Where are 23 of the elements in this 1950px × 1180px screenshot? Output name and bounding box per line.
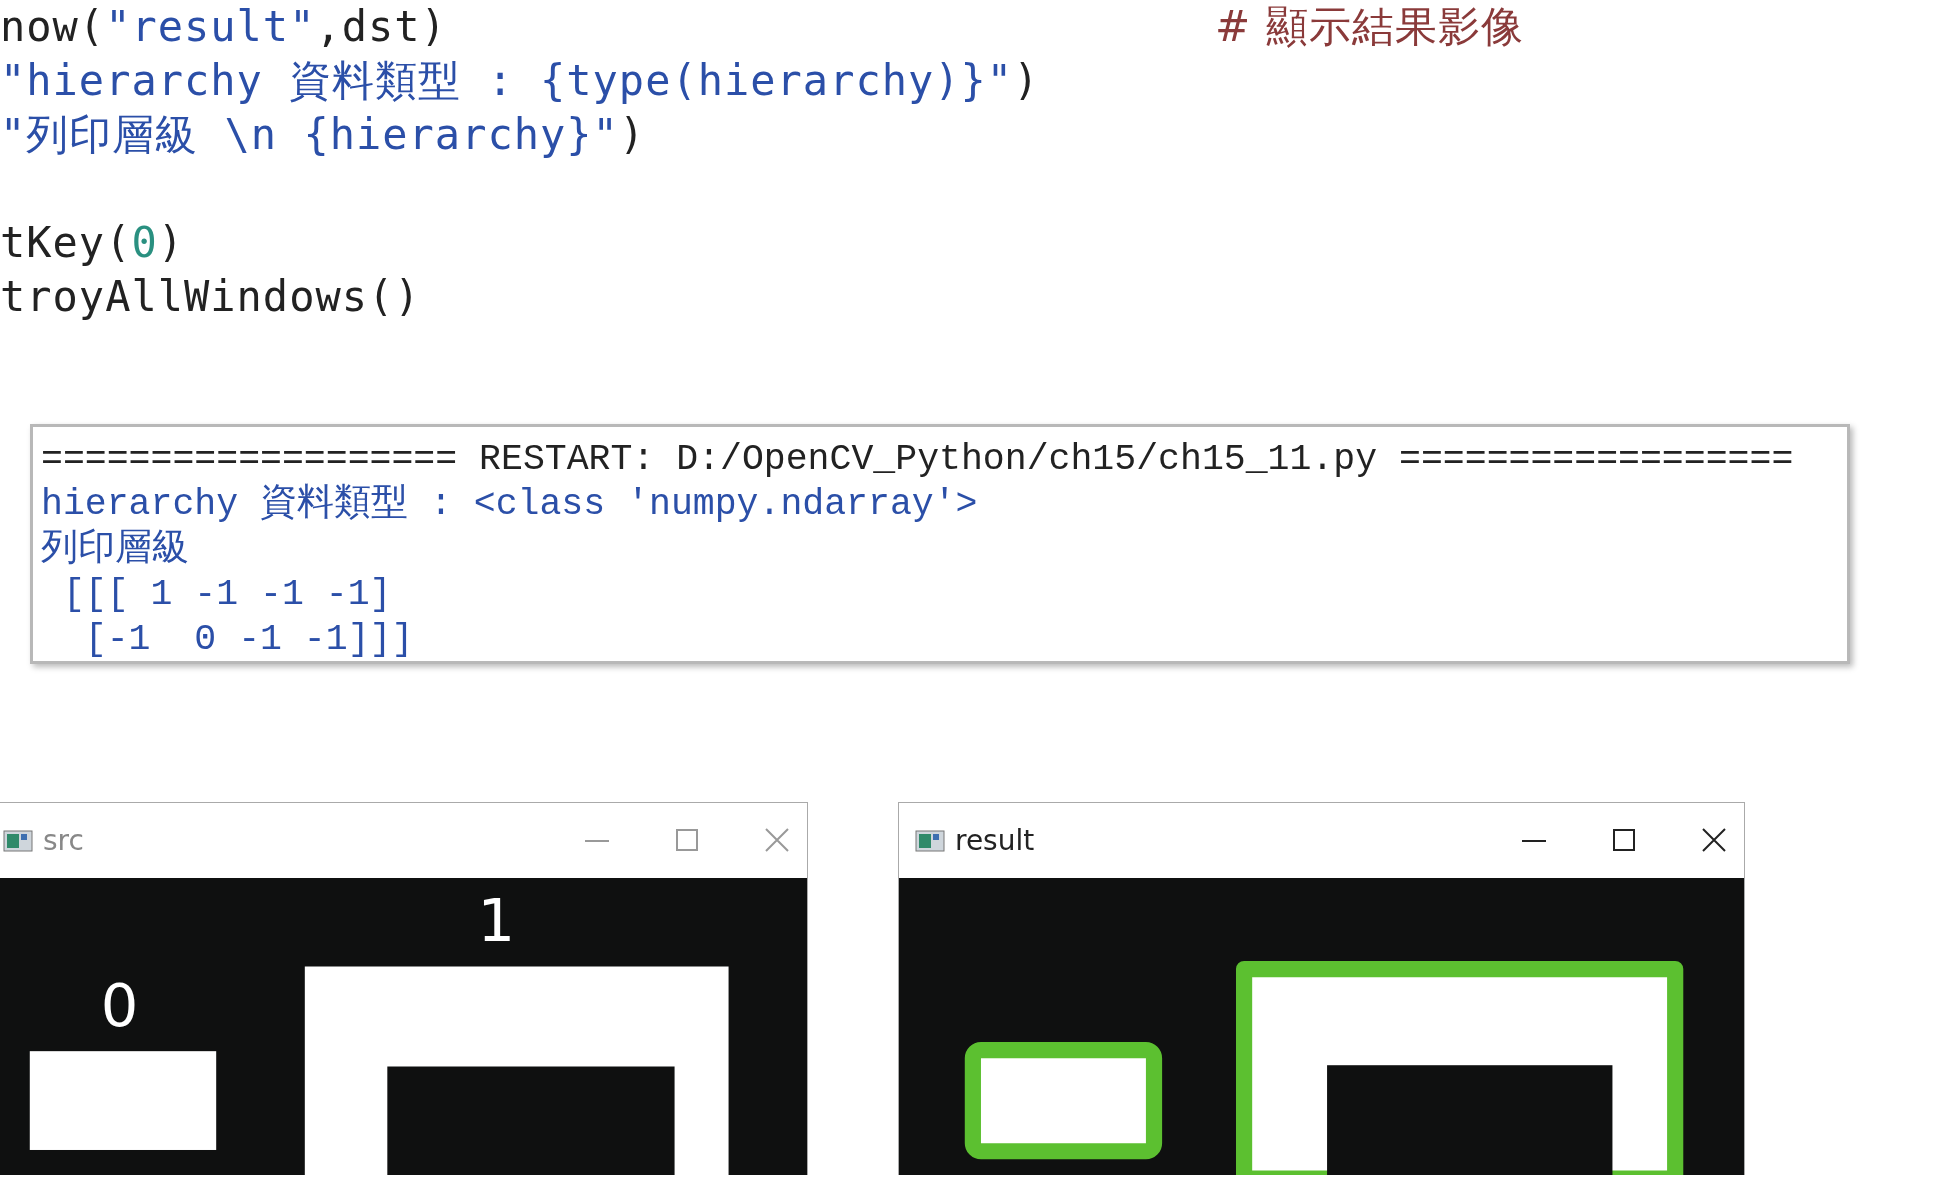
output-line: [[[ 1 -1 -1 -1] bbox=[61, 573, 393, 617]
app-icon bbox=[915, 828, 945, 853]
window-title: src bbox=[43, 824, 84, 857]
output-line: hierarchy 資料類型 : <class 'numpy.ndarray'> bbox=[41, 482, 979, 527]
code-token: tKey( bbox=[0, 218, 132, 267]
code-token: "hierarchy 資料類型 : {type(hierarchy)}" bbox=[0, 56, 1014, 105]
contour-label: 0 bbox=[100, 970, 139, 1040]
code-token: ) bbox=[157, 218, 185, 267]
output-line: 列印層級 bbox=[41, 527, 190, 572]
contour-label: 1 bbox=[477, 886, 516, 956]
output-line: [-1 0 -1 -1]]] bbox=[83, 618, 415, 661]
code-token: ) bbox=[1013, 56, 1040, 105]
code-token: now( bbox=[0, 2, 106, 51]
code-token: ,dst) bbox=[315, 2, 447, 51]
code-token: troyAllWindows() bbox=[0, 272, 421, 321]
code-token: ) bbox=[618, 110, 646, 159]
code-token: 0 bbox=[131, 218, 158, 267]
window-title: result bbox=[955, 824, 1035, 857]
code-token: "result" bbox=[105, 2, 316, 51]
app-icon bbox=[3, 828, 33, 853]
output-line: =================== RESTART: D:/OpenCV_Python/ch15/ch15_11.py ================== bbox=[41, 438, 1795, 482]
code-comment: # 顯示結果影像 bbox=[1215, 1, 1524, 53]
code-token: "列印層級 \n {hierarchy}" bbox=[0, 110, 619, 159]
